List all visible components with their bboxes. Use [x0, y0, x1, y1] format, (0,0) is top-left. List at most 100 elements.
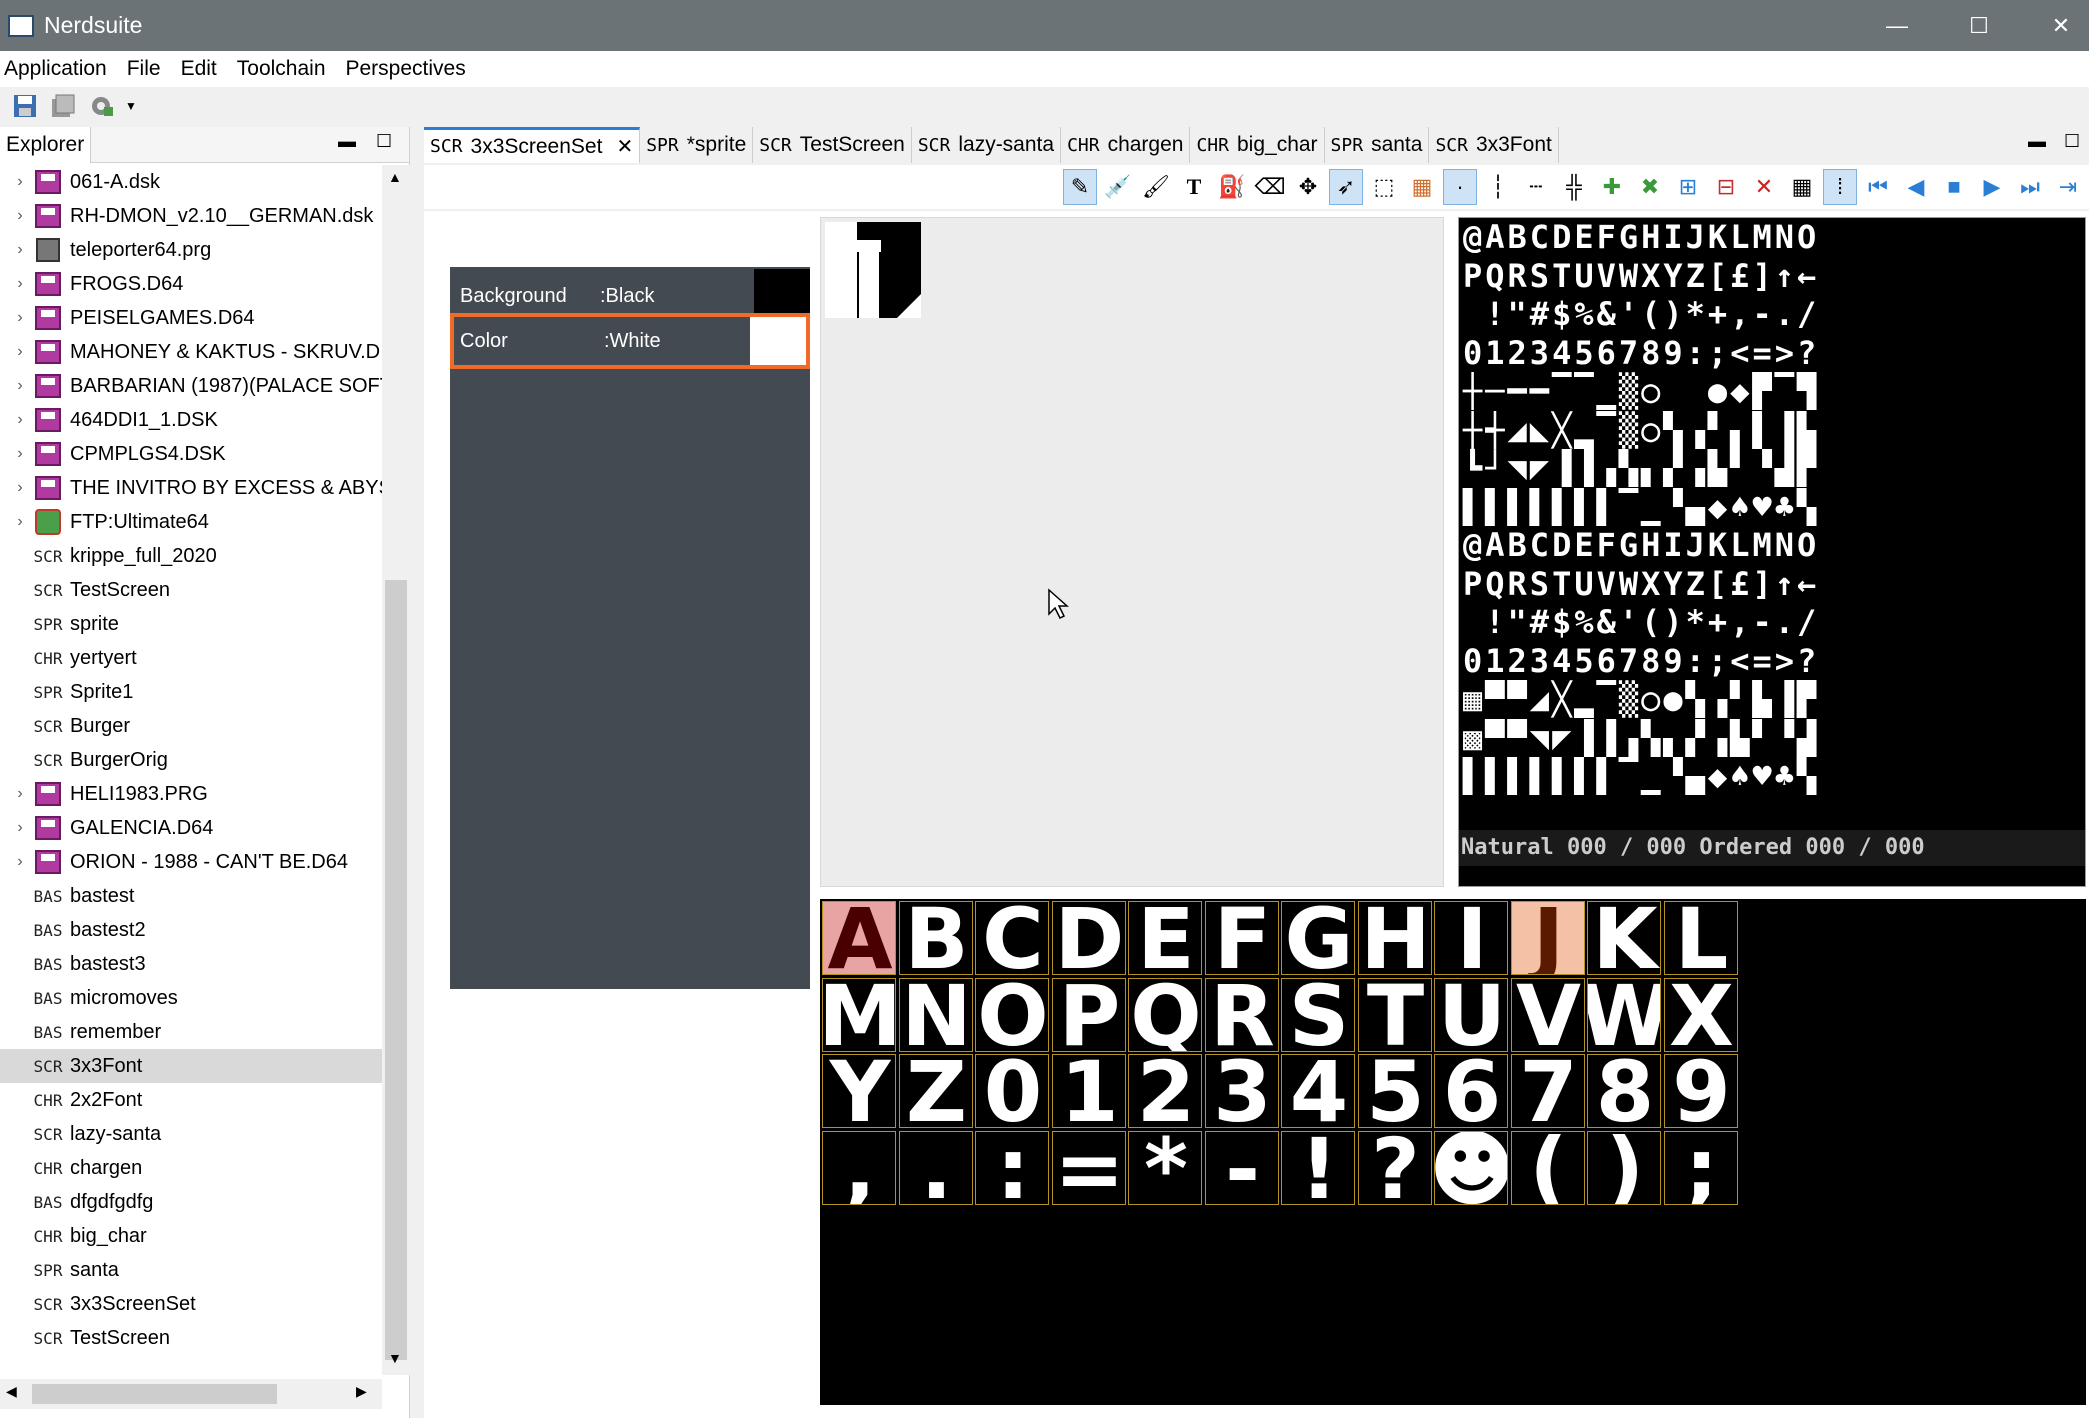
- screen-char-cell[interactable]: 1: [1051, 1054, 1126, 1128]
- screen-char-cell[interactable]: V: [1510, 977, 1585, 1052]
- screen-char-cell[interactable]: ;: [1663, 1130, 1738, 1205]
- screen-char-cell[interactable]: C: [975, 901, 1049, 975]
- save-all-icon[interactable]: [48, 92, 78, 120]
- tree-item[interactable]: CHR yertyert: [0, 641, 382, 675]
- last-frame-icon[interactable]: ⏭: [2013, 169, 2047, 205]
- menu-toolchain[interactable]: Toolchain: [237, 57, 326, 81]
- chevron-right-icon[interactable]: ›: [8, 343, 32, 361]
- screen-char-cell[interactable]: 6: [1434, 1054, 1508, 1128]
- charset-row[interactable]: PQRSTUVWXYZ[£]↑←: [1463, 257, 2083, 296]
- text-tool-icon[interactable]: T: [1177, 169, 1211, 205]
- close-button[interactable]: ✕: [2020, 0, 2089, 51]
- vertical-guide-icon[interactable]: ┆: [1481, 169, 1515, 205]
- scroll-right-icon[interactable]: ▶: [356, 1383, 367, 1400]
- tree-item[interactable]: SCR Burger: [0, 709, 382, 743]
- pencil-icon[interactable]: ✎: [1063, 169, 1097, 205]
- tree-item[interactable]: SCR 3x3ScreenSet: [0, 1287, 382, 1321]
- screen-char-cell[interactable]: 8: [1587, 1054, 1661, 1128]
- charset-grid[interactable]: @ABCDEFGHIJKLMNO PQRSTUVWXYZ[£]↑← !"#$%&'…: [1463, 218, 2083, 796]
- chevron-right-icon[interactable]: ›: [8, 377, 32, 395]
- screen-char-cell[interactable]: *: [1128, 1130, 1202, 1205]
- tree-item[interactable]: SCR lazy-santa: [0, 1117, 382, 1151]
- tree-item[interactable]: › MAHONEY & KAKTUS - SKRUV.D: [0, 335, 382, 369]
- screen-char-cell[interactable]: :: [975, 1130, 1049, 1205]
- tree-item[interactable]: › RH-DMON_v2.10__GERMAN.dsk: [0, 199, 382, 233]
- palette-icon[interactable]: ▦: [1405, 169, 1439, 205]
- editor-tab[interactable]: CHR big_char: [1190, 127, 1325, 163]
- charset-row[interactable]: ▩▀▀◥◤▐▐▗▚▖▞▗▙▘▝▟: [1463, 719, 2083, 758]
- tree-item[interactable]: SCR BurgerOrig: [0, 743, 382, 777]
- fill-icon[interactable]: ⛽: [1215, 169, 1249, 205]
- screen-char-cell[interactable]: ☻: [1434, 1130, 1508, 1205]
- screen-char-cell[interactable]: 9: [1663, 1054, 1738, 1128]
- run-config-icon[interactable]: [86, 92, 116, 120]
- tree-item[interactable]: › PEISELGAMES.D64: [0, 301, 382, 335]
- close-tab-icon[interactable]: ✕: [616, 134, 633, 159]
- screen-char-cell[interactable]: W: [1587, 977, 1661, 1052]
- tree-item[interactable]: › BARBARIAN (1987)(PALACE SOFT: [0, 369, 382, 403]
- tree-item[interactable]: BAS bastest: [0, 879, 382, 913]
- screen-char-cell[interactable]: 7: [1510, 1054, 1585, 1128]
- screen-char-cell[interactable]: Q: [1128, 977, 1202, 1052]
- chevron-right-icon[interactable]: ›: [8, 445, 32, 463]
- color-swatch[interactable]: [750, 317, 806, 365]
- charset-row[interactable]: @ABCDEFGHIJKLMNO: [1463, 526, 2083, 565]
- hscroll-thumb[interactable]: [32, 1384, 277, 1404]
- chevron-right-icon[interactable]: ›: [8, 853, 32, 871]
- screen-char-cell[interactable]: (: [1510, 1130, 1585, 1205]
- tree-item[interactable]: BAS micromoves: [0, 981, 382, 1015]
- tree-item[interactable]: BAS dfgdfgdfg: [0, 1185, 382, 1219]
- screen-char-cell[interactable]: U: [1434, 977, 1508, 1052]
- tree-item[interactable]: › 464DDI1_1.DSK: [0, 403, 382, 437]
- brush-icon[interactable]: 🖌: [1139, 169, 1173, 205]
- tree-item[interactable]: SPR sprite: [0, 607, 382, 641]
- screen-char-cell[interactable]: R: [1204, 977, 1279, 1052]
- screen-canvas[interactable]: ABCDEFGHIJKL MNOPQRSTUVWX YZ0123456789,.: =…: [820, 899, 2086, 1405]
- screen-char-cell[interactable]: 4: [1281, 1054, 1355, 1128]
- minimize-button[interactable]: —: [1856, 0, 1938, 51]
- charset-row[interactable]: ▦▀▀◢╳▂▔▒○●▚▗▘▙▐▛: [1463, 680, 2083, 719]
- screen-char-cell[interactable]: ,: [822, 1130, 896, 1205]
- chevron-right-icon[interactable]: ›: [8, 309, 32, 327]
- select-pointer-icon[interactable]: ➶: [1329, 169, 1363, 205]
- editor-minimize-icon[interactable]: ▬: [2028, 131, 2046, 152]
- charset-row[interactable]: 0123456789:;<=>?: [1463, 334, 2083, 373]
- tree-item[interactable]: SPR santa: [0, 1253, 382, 1287]
- screen-char-cell[interactable]: A: [822, 901, 896, 975]
- editor-tab[interactable]: CHR chargen: [1061, 127, 1191, 163]
- screen-char-cell[interactable]: .: [898, 1130, 973, 1205]
- tree-item[interactable]: SCR 3x3Font: [0, 1049, 382, 1083]
- screen-char-cell[interactable]: L: [1663, 901, 1738, 975]
- screen-char-cell[interactable]: O: [975, 977, 1049, 1052]
- chevron-right-icon[interactable]: ›: [8, 785, 32, 803]
- tree-item[interactable]: BAS bastest3: [0, 947, 382, 981]
- screen-char-cell[interactable]: ): [1587, 1130, 1661, 1205]
- screen-char-cell[interactable]: Z: [898, 1054, 973, 1128]
- menu-perspectives[interactable]: Perspectives: [346, 57, 466, 81]
- puzzle-add-icon[interactable]: ✚: [1595, 169, 1629, 205]
- screen-char-cell[interactable]: M: [822, 977, 896, 1052]
- charset-row[interactable]: !"#$%&'()*+,-./: [1463, 295, 2083, 334]
- puzzle-remove-icon[interactable]: ✖: [1633, 169, 1667, 205]
- editor-tab[interactable]: SCR 3x3Font: [1429, 127, 1559, 163]
- screen-char-cell[interactable]: T: [1357, 977, 1432, 1052]
- screen-char-cell[interactable]: N: [898, 977, 973, 1052]
- screen-char-cell[interactable]: Y: [822, 1054, 896, 1128]
- chevron-right-icon[interactable]: ›: [8, 411, 32, 429]
- screen-char-cell[interactable]: ?: [1357, 1130, 1432, 1205]
- tree-item[interactable]: › ORION - 1988 - CAN'T BE.D64: [0, 845, 382, 879]
- charset-panel[interactable]: @ABCDEFGHIJKLMNO PQRSTUVWXYZ[£]↑← !"#$%&'…: [1458, 217, 2086, 887]
- charset-row[interactable]: ┼─━━▔▔▁▒○ ●◆▛▔▜: [1463, 372, 2083, 411]
- charset-row[interactable]: ┗┘◥◤▐▐▗▚▖▞▗▙▘▝▟▛: [1463, 449, 2083, 488]
- charset-row[interactable]: ┼┽◢◣╳▂▔▒○▚▗▘▖▌▐▙: [1463, 411, 2083, 450]
- save-icon[interactable]: [10, 92, 40, 120]
- eraser-icon[interactable]: ⌫: [1253, 169, 1287, 205]
- screen-char-cell[interactable]: 2: [1128, 1054, 1202, 1128]
- editor-maximize-icon[interactable]: ☐: [2064, 131, 2080, 152]
- maximize-view-icon[interactable]: ☐: [376, 131, 392, 152]
- tree-horizontal-scrollbar[interactable]: ◀ ▶: [0, 1379, 382, 1409]
- charset-row[interactable]: @ABCDEFGHIJKLMNO: [1463, 218, 2083, 257]
- editor-tab[interactable]: SCR lazy-santa: [912, 127, 1062, 163]
- tree-item[interactable]: › FTP:Ultimate64: [0, 505, 382, 539]
- chevron-right-icon[interactable]: ›: [8, 241, 32, 259]
